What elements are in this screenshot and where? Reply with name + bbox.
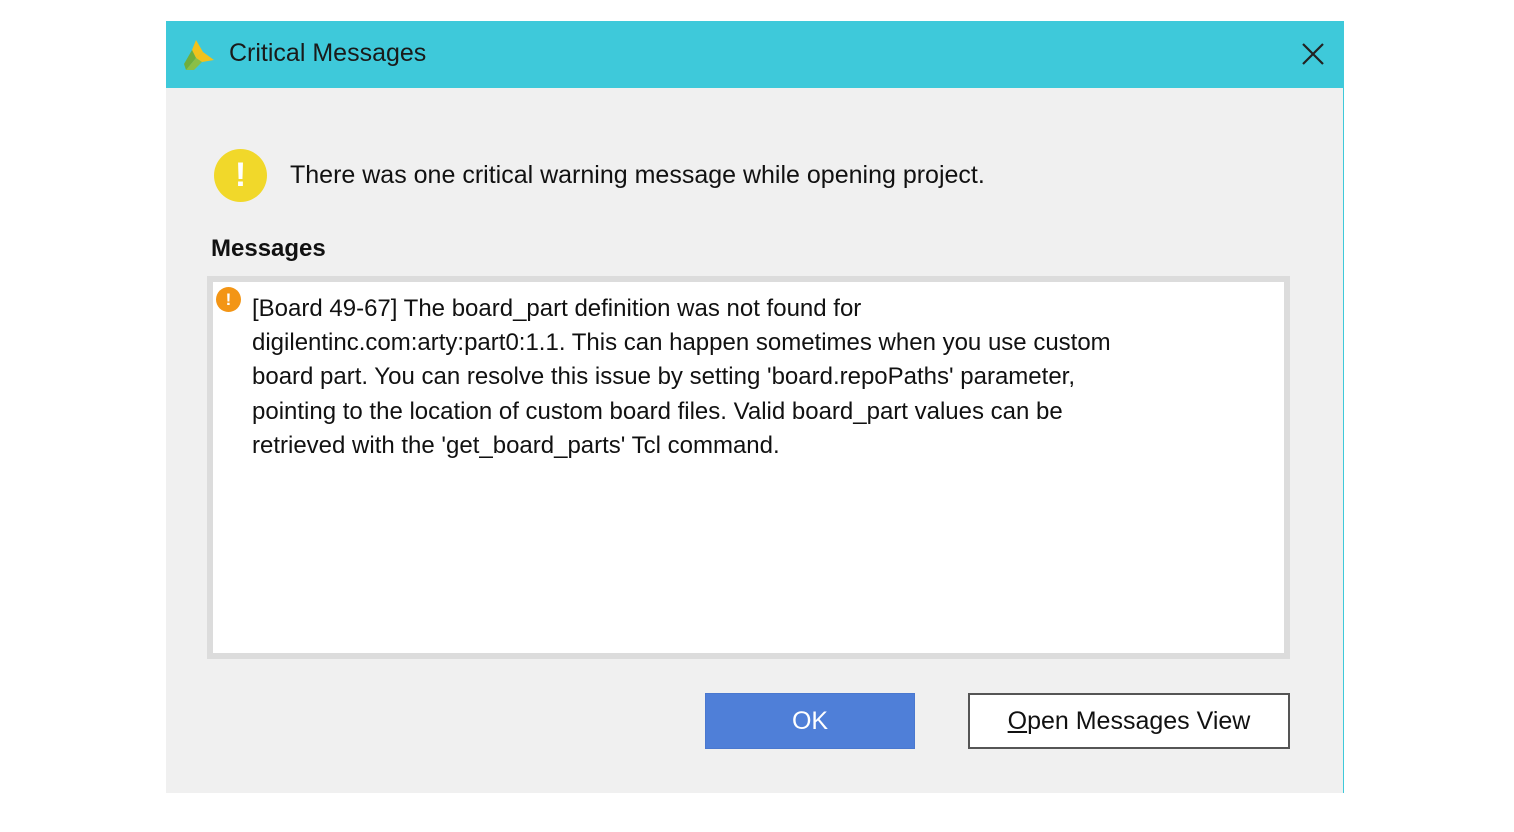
- message-line: board part. You can resolve this issue b…: [252, 363, 1075, 391]
- summary-text: There was one critical warning message w…: [290, 161, 985, 189]
- title-bar[interactable]: Critical Messages: [166, 21, 1344, 88]
- vivado-logo-icon: [184, 40, 214, 70]
- messages-list[interactable]: ! [Board 49-67] The board_part definitio…: [207, 276, 1290, 659]
- warning-icon: !: [214, 149, 267, 202]
- window-title: Critical Messages: [229, 39, 427, 67]
- critical-messages-dialog: Critical Messages ! There was one critic…: [166, 21, 1344, 793]
- message-line: [Board 49-67] The board_part definition …: [252, 295, 862, 322]
- message-line: digilentinc.com:arty:part0:1.1. This can…: [252, 329, 1111, 357]
- critical-warning-icon: !: [216, 287, 241, 312]
- messages-heading: Messages: [211, 235, 326, 262]
- message-item[interactable]: [Board 49-67] The board_part definition …: [252, 292, 1262, 463]
- close-icon[interactable]: [1296, 37, 1330, 71]
- open-messages-view-button[interactable]: Open Messages View: [968, 693, 1290, 749]
- message-line: retrieved with the 'get_board_parts' Tcl…: [252, 431, 780, 459]
- ok-button[interactable]: OK: [705, 693, 915, 749]
- message-line: pointing to the location of custom board…: [252, 397, 1063, 425]
